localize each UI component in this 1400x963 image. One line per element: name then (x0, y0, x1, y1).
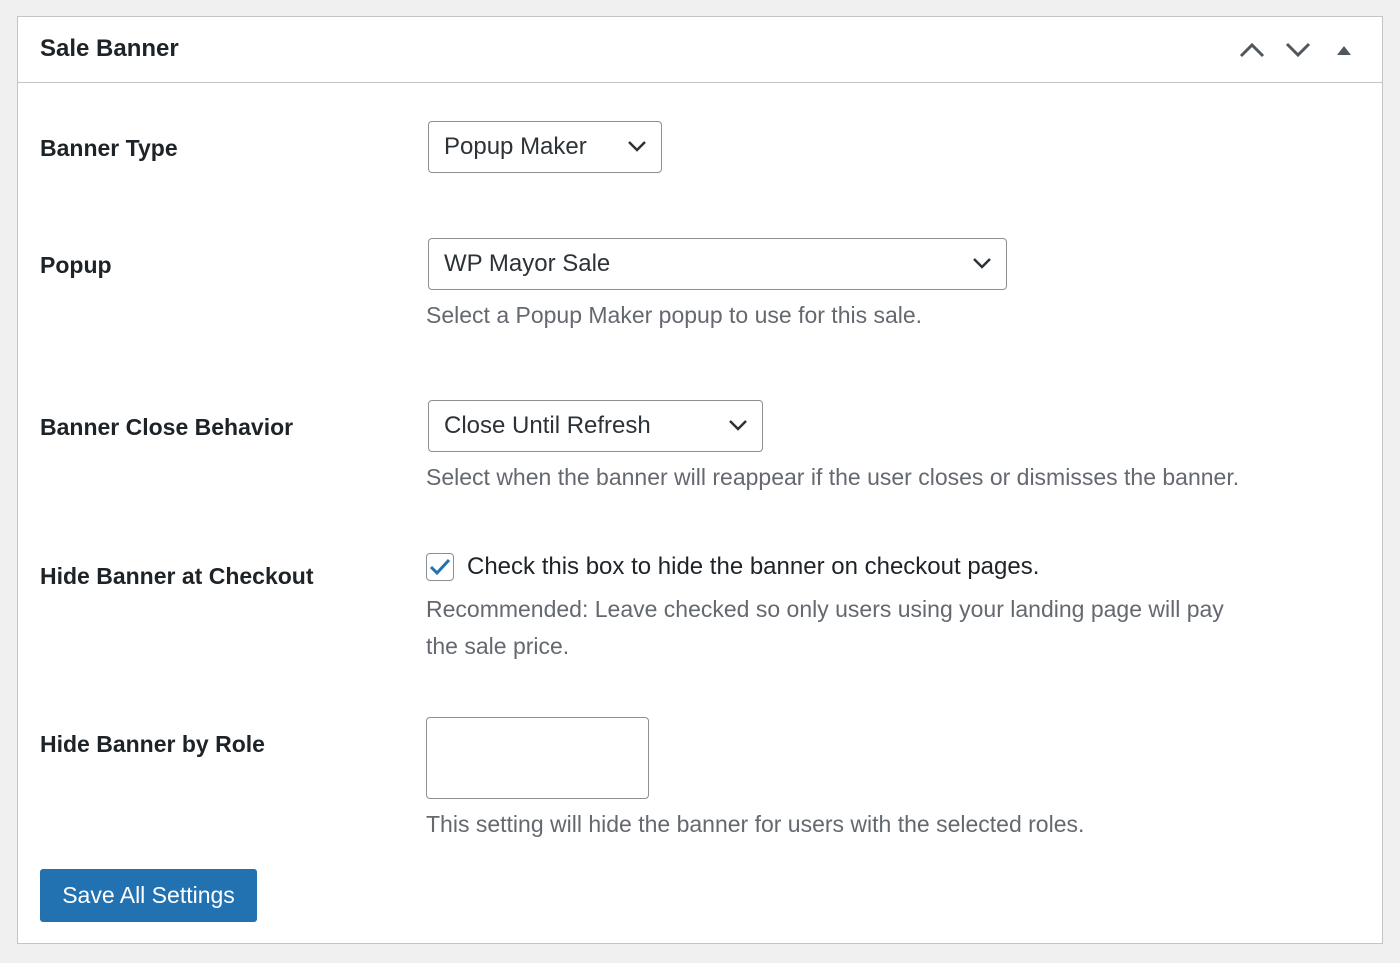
panel-header-controls (1234, 33, 1362, 67)
hide-role-label: Hide Banner by Role (40, 731, 265, 757)
hide-checkout-checkbox-label[interactable]: Check this box to hide the banner on che… (467, 551, 1039, 583)
chevron-down-icon (729, 420, 747, 431)
popup-field: WP Mayor Sale Select a Popup Maker popup… (426, 238, 1007, 334)
hide-checkout-description-line2: the sale price. (426, 633, 570, 659)
toggle-panel-button[interactable] (1326, 33, 1362, 67)
move-down-button[interactable] (1280, 33, 1316, 67)
close-behavior-field: Close Until Refresh Select when the bann… (426, 400, 1240, 496)
banner-type-label: Banner Type (40, 135, 178, 161)
chevron-down-icon (973, 258, 991, 269)
hide-checkout-field: Check this box to hide the banner on che… (426, 551, 1366, 671)
banner-type-value: Popup Maker (444, 133, 587, 160)
close-behavior-value: Close Until Refresh (444, 412, 651, 439)
chevron-down-icon (628, 141, 646, 152)
hide-role-description: This setting will hide the banner for us… (426, 811, 1085, 837)
close-behavior-label: Banner Close Behavior (40, 414, 294, 440)
save-all-settings-button[interactable]: Save All Settings (40, 869, 257, 922)
chevron-down-icon (1285, 42, 1311, 58)
hide-checkout-label: Hide Banner at Checkout (40, 563, 314, 589)
panel-header: Sale Banner (18, 17, 1382, 83)
panel-title: Sale Banner (40, 35, 179, 62)
popup-label: Popup (40, 252, 112, 278)
popup-select[interactable]: WP Mayor Sale (428, 238, 1007, 290)
sale-banner-panel: Sale Banner Banner Type Popup Maker Popu… (17, 16, 1383, 944)
checkmark-icon (429, 558, 451, 576)
banner-type-field: Popup Maker (428, 121, 662, 173)
chevron-up-icon (1239, 42, 1265, 58)
hide-role-field: This setting will hide the banner for us… (426, 717, 1084, 843)
triangle-up-icon (1337, 46, 1351, 55)
close-behavior-description: Select when the banner will reappear if … (426, 464, 1240, 490)
move-up-button[interactable] (1234, 33, 1270, 67)
hide-checkout-checkbox[interactable] (426, 553, 454, 581)
banner-type-select[interactable]: Popup Maker (428, 121, 662, 173)
popup-description: Select a Popup Maker popup to use for th… (426, 302, 923, 328)
close-behavior-select[interactable]: Close Until Refresh (428, 400, 763, 452)
popup-value: WP Mayor Sale (444, 250, 611, 277)
hide-role-multiselect[interactable] (426, 717, 649, 799)
hide-checkout-description-line1: Recommended: Leave checked so only users… (426, 596, 1224, 622)
